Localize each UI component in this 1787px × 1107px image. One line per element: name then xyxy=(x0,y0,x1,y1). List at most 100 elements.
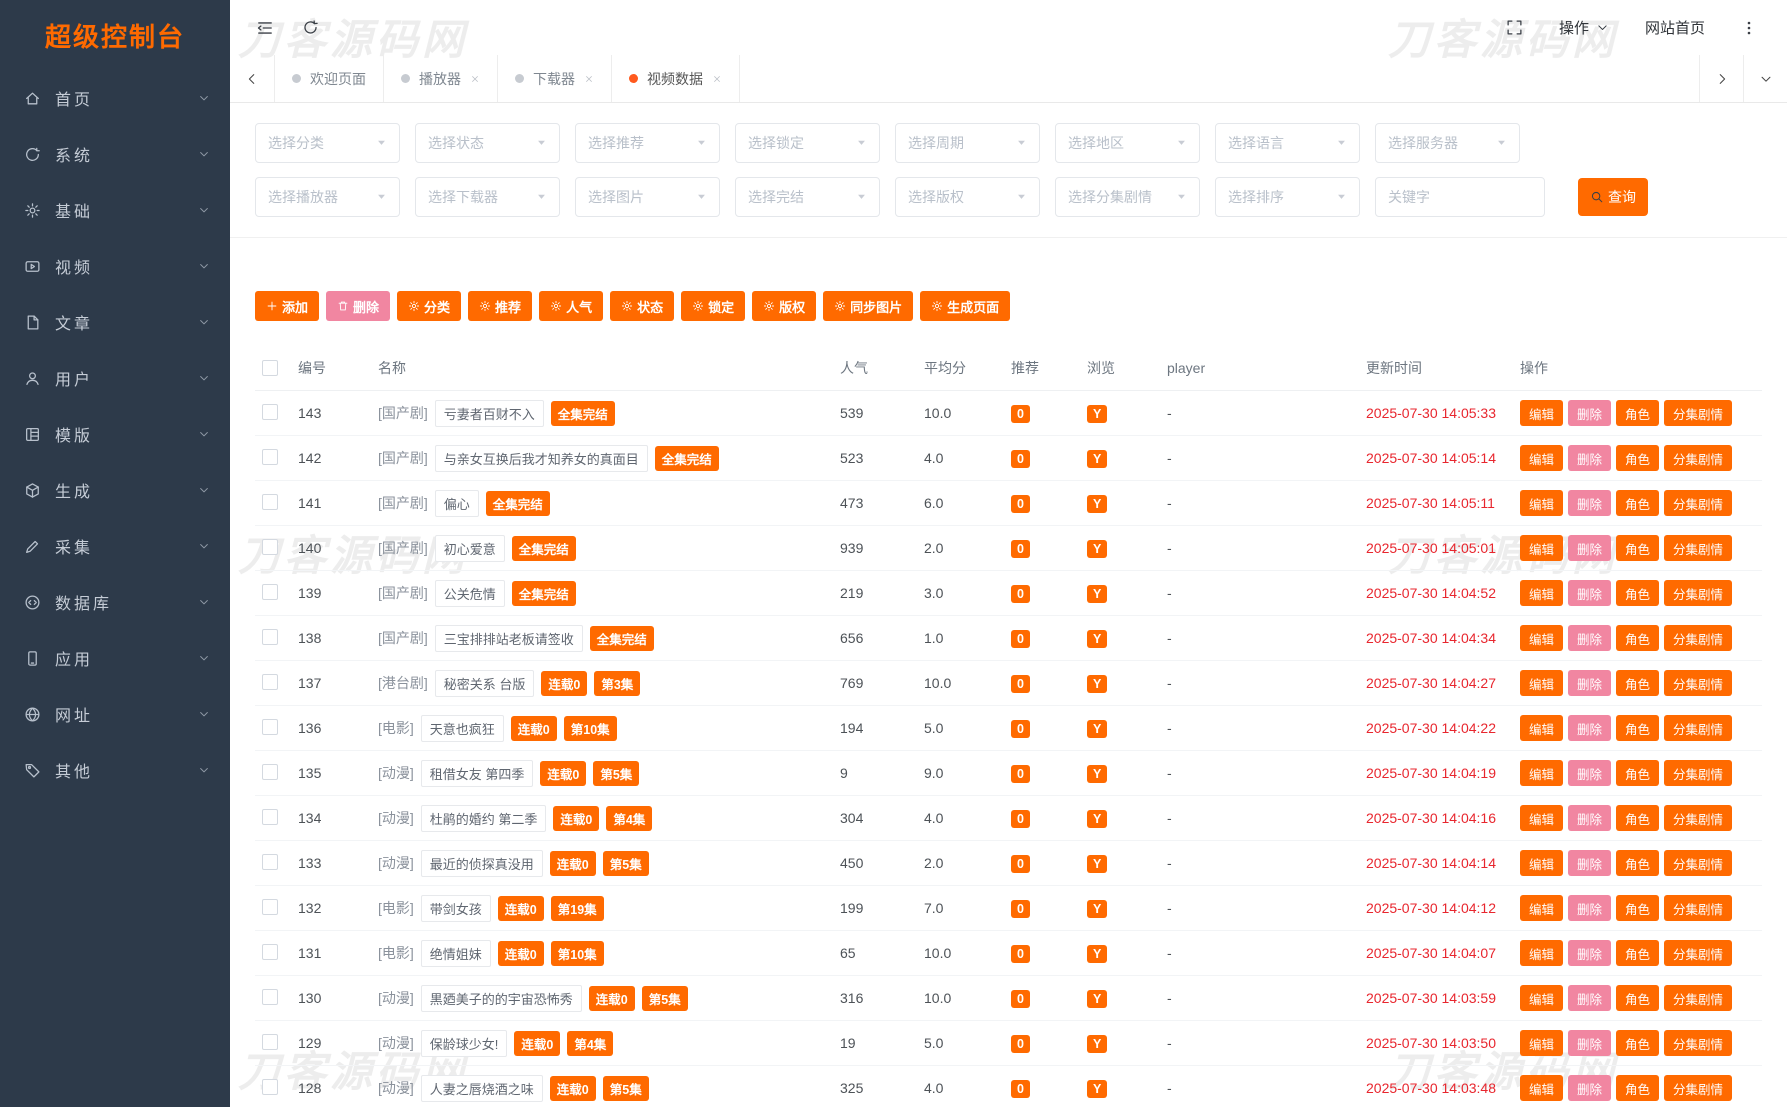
role-button[interactable]: 角色 xyxy=(1616,535,1660,561)
episodes-button[interactable]: 分集剧情 xyxy=(1664,625,1733,651)
collapse-menu-button[interactable] xyxy=(256,19,274,37)
edit-button[interactable]: 编辑 xyxy=(1520,985,1564,1011)
status-button[interactable]: 状态 xyxy=(610,291,675,321)
tabs-menu-button[interactable] xyxy=(1743,55,1787,102)
row-checkbox[interactable] xyxy=(262,1033,278,1050)
role-button[interactable]: 角色 xyxy=(1616,715,1660,741)
role-button[interactable]: 角色 xyxy=(1616,985,1660,1011)
edit-button[interactable]: 编辑 xyxy=(1520,400,1564,426)
filter-select[interactable]: 选择推荐 xyxy=(575,123,720,163)
row-checkbox[interactable] xyxy=(262,853,278,870)
sidebar-item-template[interactable]: 模版 xyxy=(0,406,230,462)
row-checkbox[interactable] xyxy=(262,718,278,735)
add-button[interactable]: 添加 xyxy=(255,291,320,321)
tab-downloader[interactable]: 下载器 xyxy=(498,55,612,102)
filter-select[interactable]: 选择排序 xyxy=(1215,177,1360,217)
filter-select[interactable]: 选择版权 xyxy=(895,177,1040,217)
sidebar-item-article[interactable]: 文章 xyxy=(0,294,230,350)
row-checkbox[interactable] xyxy=(262,988,278,1005)
filter-select[interactable]: 选择服务器 xyxy=(1375,123,1520,163)
edit-button[interactable]: 编辑 xyxy=(1520,895,1564,921)
sidebar-item-basic[interactable]: 基础 xyxy=(0,182,230,238)
tab-close-button[interactable] xyxy=(470,74,480,84)
episodes-button[interactable]: 分集剧情 xyxy=(1664,1030,1733,1056)
delete-button[interactable]: 删除 xyxy=(1568,805,1612,831)
episodes-button[interactable]: 分集剧情 xyxy=(1664,760,1733,786)
filter-select[interactable]: 选择下载器 xyxy=(415,177,560,217)
row-checkbox[interactable] xyxy=(262,898,278,915)
row-checkbox[interactable] xyxy=(262,583,278,600)
tab-close-button[interactable] xyxy=(712,74,722,84)
episodes-button[interactable]: 分集剧情 xyxy=(1664,670,1733,696)
sidebar-item-app[interactable]: 应用 xyxy=(0,630,230,686)
delete-button[interactable]: 删除 xyxy=(326,291,391,321)
episodes-button[interactable]: 分集剧情 xyxy=(1664,985,1733,1011)
row-checkbox[interactable] xyxy=(262,403,278,420)
edit-button[interactable]: 编辑 xyxy=(1520,850,1564,876)
filter-select[interactable]: 选择状态 xyxy=(415,123,560,163)
copyright-button[interactable]: 版权 xyxy=(752,291,817,321)
row-checkbox[interactable] xyxy=(262,943,278,960)
row-checkbox[interactable] xyxy=(262,538,278,555)
sidebar-item-collect[interactable]: 采集 xyxy=(0,518,230,574)
edit-button[interactable]: 编辑 xyxy=(1520,625,1564,651)
sidebar-item-user[interactable]: 用户 xyxy=(0,350,230,406)
role-button[interactable]: 角色 xyxy=(1616,940,1660,966)
delete-button[interactable]: 删除 xyxy=(1568,895,1612,921)
sidebar-item-generate[interactable]: 生成 xyxy=(0,462,230,518)
row-checkbox[interactable] xyxy=(262,763,278,780)
role-button[interactable]: 角色 xyxy=(1616,850,1660,876)
popularity-button[interactable]: 人气 xyxy=(539,291,604,321)
role-button[interactable]: 角色 xyxy=(1616,400,1660,426)
episodes-button[interactable]: 分集剧情 xyxy=(1664,535,1733,561)
row-checkbox[interactable] xyxy=(262,673,278,690)
delete-button[interactable]: 删除 xyxy=(1568,580,1612,606)
filter-select[interactable]: 选择周期 xyxy=(895,123,1040,163)
role-button[interactable]: 角色 xyxy=(1616,1075,1660,1101)
edit-button[interactable]: 编辑 xyxy=(1520,1030,1564,1056)
edit-button[interactable]: 编辑 xyxy=(1520,805,1564,831)
action-dropdown[interactable]: 操作 xyxy=(1559,17,1609,38)
sidebar-item-website[interactable]: 网址 xyxy=(0,686,230,742)
delete-button[interactable]: 删除 xyxy=(1568,985,1612,1011)
recommend-button[interactable]: 推荐 xyxy=(468,291,533,321)
edit-button[interactable]: 编辑 xyxy=(1520,490,1564,516)
edit-button[interactable]: 编辑 xyxy=(1520,940,1564,966)
row-checkbox[interactable] xyxy=(262,628,278,645)
role-button[interactable]: 角色 xyxy=(1616,805,1660,831)
sidebar-item-system[interactable]: 系统 xyxy=(0,126,230,182)
episodes-button[interactable]: 分集剧情 xyxy=(1664,805,1733,831)
tab-video-data[interactable]: 视频数据 xyxy=(612,55,740,102)
episodes-button[interactable]: 分集剧情 xyxy=(1664,715,1733,741)
episodes-button[interactable]: 分集剧情 xyxy=(1664,1075,1733,1101)
filter-select[interactable]: 选择图片 xyxy=(575,177,720,217)
episodes-button[interactable]: 分集剧情 xyxy=(1664,940,1733,966)
lock-button[interactable]: 锁定 xyxy=(681,291,746,321)
edit-button[interactable]: 编辑 xyxy=(1520,1075,1564,1101)
filter-select[interactable]: 选择分类 xyxy=(255,123,400,163)
delete-button[interactable]: 删除 xyxy=(1568,625,1612,651)
row-checkbox[interactable] xyxy=(262,808,278,825)
edit-button[interactable]: 编辑 xyxy=(1520,445,1564,471)
role-button[interactable]: 角色 xyxy=(1616,1030,1660,1056)
tab-close-button[interactable] xyxy=(584,74,594,84)
sync-images-button[interactable]: 同步图片 xyxy=(823,291,914,321)
episodes-button[interactable]: 分集剧情 xyxy=(1664,400,1733,426)
episodes-button[interactable]: 分集剧情 xyxy=(1664,580,1733,606)
sidebar-item-home[interactable]: 首页 xyxy=(0,70,230,126)
delete-button[interactable]: 删除 xyxy=(1568,670,1612,696)
role-button[interactable]: 角色 xyxy=(1616,445,1660,471)
tabs-scroll-right-button[interactable] xyxy=(1699,55,1743,102)
row-checkbox[interactable] xyxy=(262,1078,278,1095)
tab-player[interactable]: 播放器 xyxy=(384,55,498,102)
tabs-scroll-left-button[interactable] xyxy=(230,55,274,102)
sidebar-item-video[interactable]: 视频 xyxy=(0,238,230,294)
edit-button[interactable]: 编辑 xyxy=(1520,760,1564,786)
filter-select[interactable]: 选择完结 xyxy=(735,177,880,217)
sidebar-item-database[interactable]: 数据库 xyxy=(0,574,230,630)
site-home-link[interactable]: 网站首页 xyxy=(1645,17,1705,38)
episodes-button[interactable]: 分集剧情 xyxy=(1664,895,1733,921)
edit-button[interactable]: 编辑 xyxy=(1520,715,1564,741)
edit-button[interactable]: 编辑 xyxy=(1520,535,1564,561)
delete-button[interactable]: 删除 xyxy=(1568,940,1612,966)
